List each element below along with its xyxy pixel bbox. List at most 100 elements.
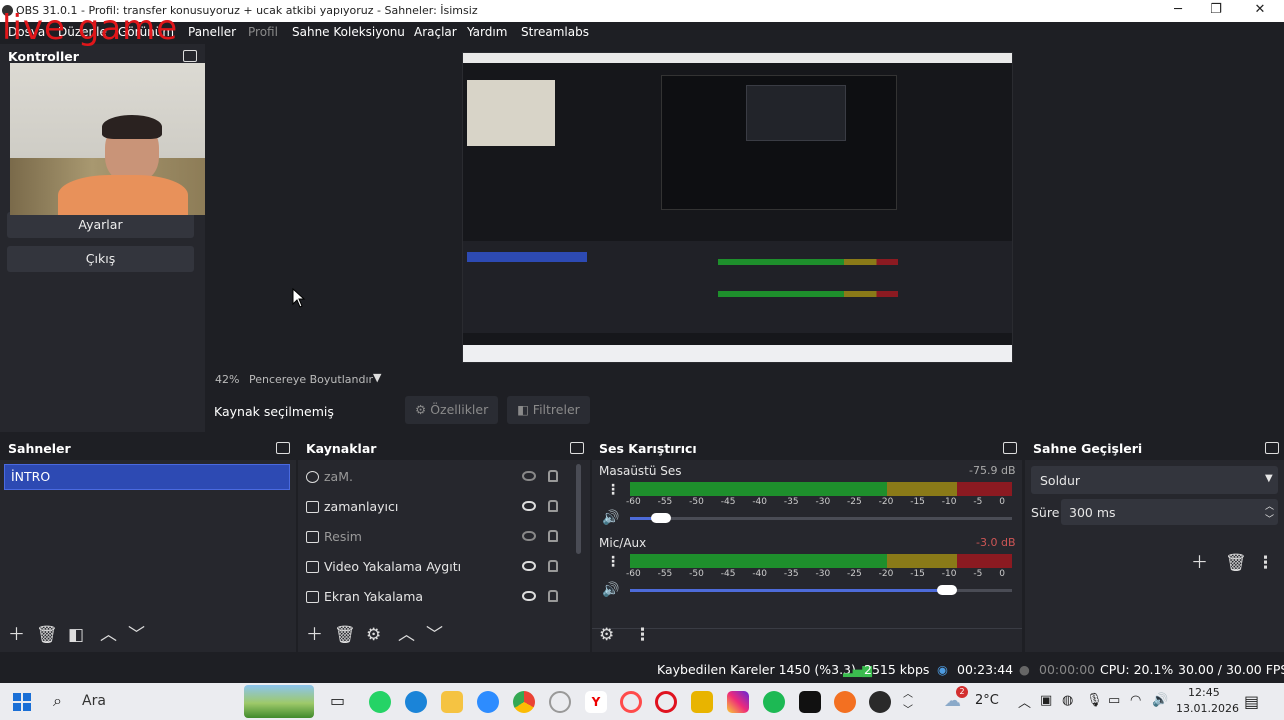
volume-slider-knob[interactable]	[937, 585, 957, 595]
eye-icon[interactable]	[522, 591, 536, 601]
kebab-menu-icon[interactable]: ⋮	[606, 554, 620, 570]
source-row-zamanlayici[interactable]: zamanlayıcı	[306, 494, 568, 520]
add-icon[interactable]: ＋	[306, 626, 323, 644]
source-row-screen-capture[interactable]: Ekran Yakalama	[306, 584, 568, 610]
menu-dosya[interactable]: Dosya	[8, 25, 45, 39]
wifi-icon[interactable]: ◠	[1130, 693, 1141, 708]
undock-icon[interactable]	[276, 442, 290, 454]
search-label[interactable]: Ara	[82, 693, 106, 709]
menu-paneller[interactable]: Paneller	[188, 25, 236, 39]
clock-date[interactable]: 13.01.2026	[1176, 702, 1239, 715]
minimize-button[interactable]: ─	[1168, 2, 1188, 20]
chevron-down-icon[interactable]: ▼	[373, 371, 381, 384]
chevron-down-icon[interactable]: ﹀	[1265, 512, 1274, 525]
arrow-up-icon[interactable]: ︿	[100, 626, 117, 644]
preview-canvas[interactable]	[462, 52, 1013, 363]
eye-icon[interactable]	[522, 501, 536, 511]
speaker-icon[interactable]: 🔊	[602, 510, 619, 526]
arrow-up-icon[interactable]: ︿	[398, 626, 415, 644]
properties-button[interactable]: ⚙ Özellikler	[405, 396, 499, 424]
source-row-resim[interactable]: Resim	[306, 524, 568, 550]
menu-streamlabs[interactable]: Streamlabs	[521, 25, 589, 39]
volume-icon[interactable]: 🔊	[1152, 693, 1168, 708]
file-explorer-icon[interactable]	[441, 691, 463, 713]
menu-sahne-koleksiyonu[interactable]: Sahne Koleksiyonu	[292, 25, 405, 39]
battery-icon[interactable]: ▭	[1108, 693, 1120, 708]
app-icon[interactable]	[869, 691, 891, 713]
microphone-icon[interactable]: 🎙	[1086, 693, 1103, 708]
windows-start-icon[interactable]	[13, 693, 31, 711]
rockstar-icon[interactable]	[691, 691, 713, 713]
lock-icon[interactable]	[548, 560, 558, 572]
lock-icon[interactable]	[548, 500, 558, 512]
lock-icon[interactable]	[548, 530, 558, 542]
add-icon[interactable]: ＋	[1191, 554, 1208, 572]
kebab-menu-icon[interactable]: ⋮	[1257, 554, 1274, 572]
exit-button[interactable]: Çıkış	[7, 246, 194, 272]
filter-icon[interactable]: ◧	[68, 626, 84, 644]
advanced-audio-gear-icon[interactable]: ⚙	[599, 626, 614, 644]
tray-chevron-up-icon[interactable]: ︿	[1018, 692, 1031, 711]
kebab-menu-icon[interactable]: ⋮	[606, 482, 620, 498]
arrow-down-icon[interactable]: ﹀	[426, 626, 443, 644]
avast-icon[interactable]	[834, 691, 856, 713]
volume-slider-track[interactable]	[630, 517, 1012, 520]
lock-icon[interactable]	[548, 470, 558, 482]
tray-icon[interactable]: ▣	[1040, 693, 1052, 708]
source-row-video-capture[interactable]: Video Yakalama Aygıtı	[306, 554, 568, 580]
undock-icon[interactable]	[1265, 442, 1279, 454]
spotify-icon[interactable]	[763, 691, 785, 713]
eye-slash-icon[interactable]	[522, 471, 536, 481]
notification-icon[interactable]: ▤	[1244, 692, 1259, 711]
undock-icon[interactable]	[570, 442, 584, 454]
add-icon[interactable]: ＋	[8, 626, 25, 644]
settings-button[interactable]: Ayarlar	[7, 212, 194, 238]
opera-gx-icon[interactable]	[620, 691, 642, 713]
chevron-down-icon[interactable]: ﹀	[903, 701, 913, 716]
eye-slash-icon[interactable]	[522, 531, 536, 541]
whatsapp-icon[interactable]	[369, 691, 391, 713]
close-button[interactable]: ✕	[1250, 2, 1270, 20]
scene-item-intro[interactable]: İNTRO	[4, 464, 290, 490]
menu-araclar[interactable]: Araçlar	[414, 25, 457, 39]
trash-icon[interactable]: 🗑	[1225, 554, 1247, 572]
menu-yardim[interactable]: Yardım	[467, 25, 507, 39]
volume-slider-knob[interactable]	[651, 513, 671, 523]
lock-icon[interactable]	[548, 590, 558, 602]
opera-icon[interactable]	[655, 691, 677, 713]
edge-icon[interactable]	[405, 691, 427, 713]
chevron-up-icon[interactable]: ︿	[903, 685, 913, 700]
task-view-icon[interactable]: ▭	[330, 691, 345, 710]
clock-time[interactable]: 12:45	[1188, 686, 1220, 699]
search-icon[interactable]: ⌕	[53, 691, 62, 711]
widget-landscape[interactable]	[244, 685, 314, 718]
trash-icon[interactable]: 🗑	[334, 626, 356, 644]
undock-icon[interactable]	[183, 50, 197, 62]
duration-input[interactable]: 300 ms ︿ ﹀	[1061, 499, 1278, 525]
filters-button[interactable]: ◧ Filtreler	[507, 396, 590, 424]
source-row-zam[interactable]: zaM.	[306, 464, 568, 490]
chrome-icon[interactable]	[513, 691, 535, 713]
kebab-menu-icon[interactable]: ⋮	[634, 626, 651, 644]
yandex-icon[interactable]: Y	[585, 691, 607, 713]
undock-icon[interactable]	[1003, 442, 1017, 454]
menu-duzenle[interactable]: Düzenle	[58, 25, 107, 39]
instagram-icon[interactable]	[727, 691, 749, 713]
scrollbar[interactable]	[576, 464, 581, 554]
transition-select[interactable]: Soldur ▼	[1031, 466, 1278, 494]
network-icon[interactable]: ◍	[1062, 693, 1073, 708]
obs-taskbar-icon[interactable]	[549, 691, 571, 713]
zoom-app-icon[interactable]	[477, 691, 499, 713]
arrow-down-icon[interactable]: ﹀	[128, 626, 145, 644]
capcut-icon[interactable]	[799, 691, 821, 713]
chevron-up-icon[interactable]: ︿	[1265, 499, 1274, 512]
speaker-icon[interactable]: 🔊	[602, 582, 619, 598]
gear-icon[interactable]: ⚙	[366, 626, 381, 644]
maximize-button[interactable]: ❐	[1206, 2, 1226, 20]
menu-gorunum[interactable]: Görünüm	[118, 25, 174, 39]
menu-profil[interactable]: Profil	[248, 25, 278, 39]
fit-to-window-select[interactable]: Pencereye Boyutlandır	[249, 373, 373, 386]
eye-icon[interactable]	[522, 561, 536, 571]
temperature[interactable]: 2°C	[975, 693, 999, 708]
trash-icon[interactable]: 🗑	[36, 626, 58, 644]
